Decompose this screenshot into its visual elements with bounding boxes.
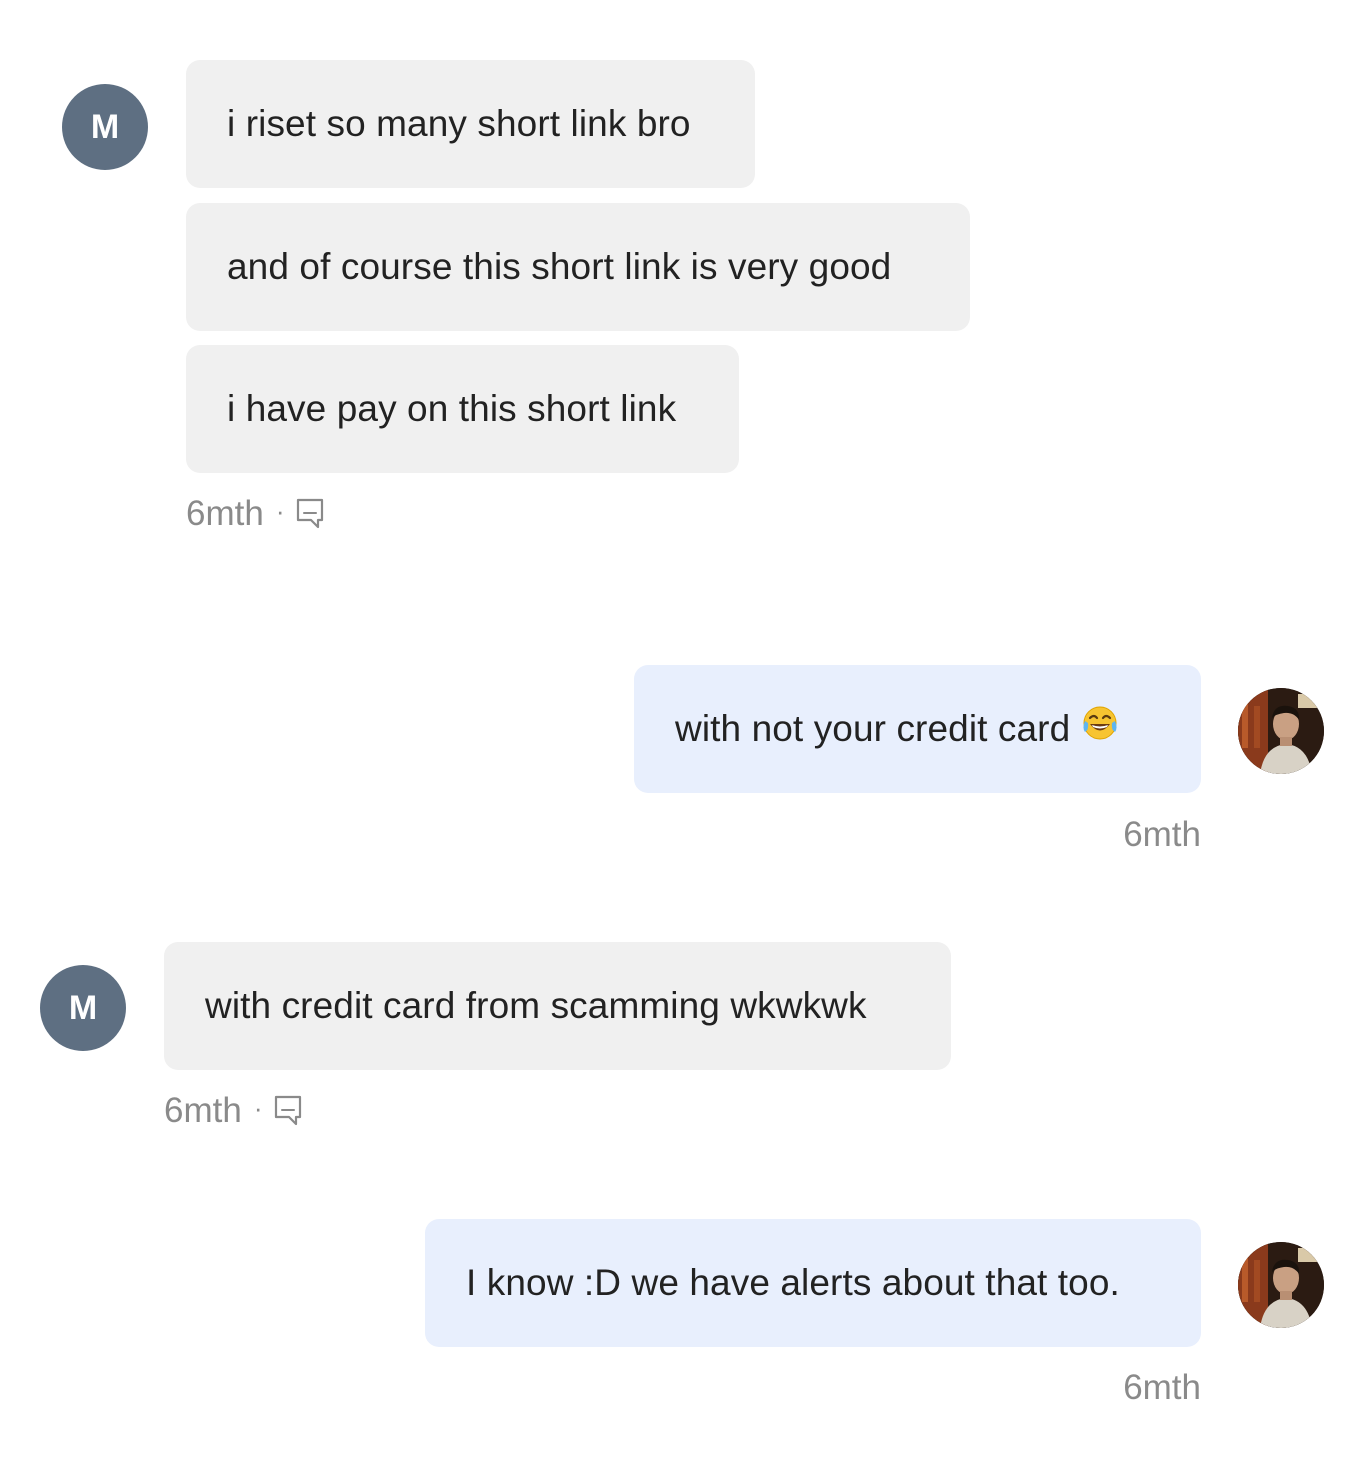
message-timestamp: 6mth	[186, 494, 264, 533]
meta-separator: ·	[275, 495, 285, 526]
contact-avatar[interactable]: M	[62, 84, 148, 170]
meta-separator: ·	[253, 1092, 263, 1123]
chat-conversation: { "conversation": { "groups": [ { "sende…	[0, 0, 1350, 1468]
message-timestamp: 6mth	[1123, 1368, 1201, 1407]
user-photo-avatar[interactable]	[1238, 688, 1324, 774]
user-photo-avatar[interactable]	[1238, 1242, 1324, 1328]
message-meta: 6mth	[1001, 815, 1201, 855]
message-timestamp: 6mth	[1123, 815, 1201, 854]
seen-icon[interactable]	[295, 497, 325, 531]
outgoing-message-bubble[interactable]: I know :D we have alerts about that too.	[425, 1219, 1201, 1347]
message-text: with not your credit card	[675, 708, 1071, 749]
message-meta: 6mth ·	[164, 1091, 303, 1131]
contact-avatar[interactable]: M	[40, 965, 126, 1051]
incoming-message-bubble[interactable]: with credit card from scamming wkwkwk	[164, 942, 951, 1070]
seen-icon[interactable]	[273, 1094, 303, 1128]
message-meta: 6mth ·	[186, 494, 325, 534]
message-meta: 6mth	[1001, 1368, 1201, 1408]
incoming-message-bubble[interactable]: i have pay on this short link	[186, 345, 739, 473]
incoming-message-bubble[interactable]: and of course this short link is very go…	[186, 203, 970, 331]
face-with-tears-of-joy-icon	[1081, 704, 1119, 751]
incoming-message-bubble[interactable]: i riset so many short link bro	[186, 60, 755, 188]
message-timestamp: 6mth	[164, 1091, 242, 1130]
outgoing-message-bubble[interactable]: with not your credit card	[634, 665, 1201, 793]
